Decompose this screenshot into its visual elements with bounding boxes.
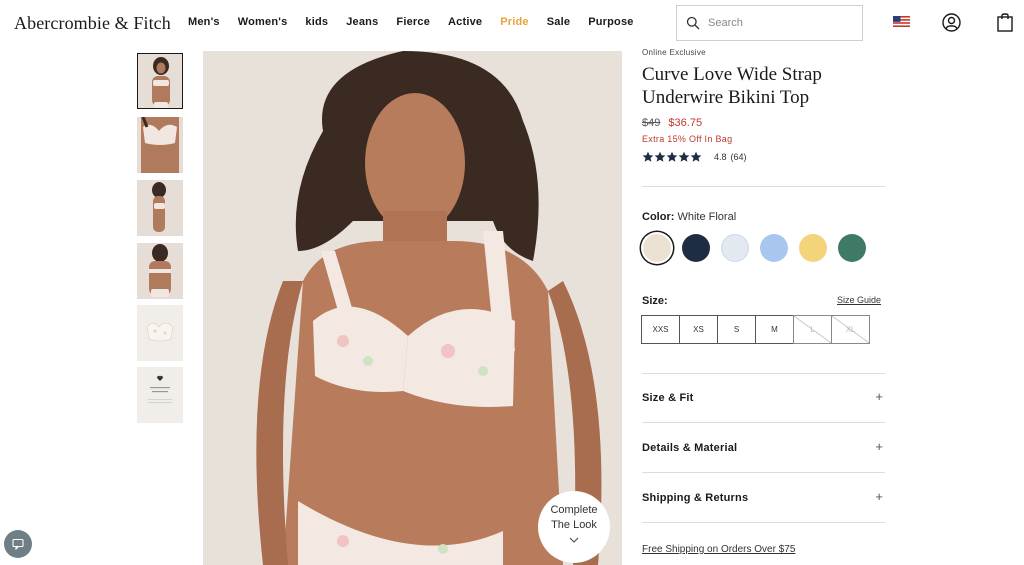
star-icon bbox=[690, 151, 702, 162]
swatch-yellow[interactable] bbox=[797, 232, 829, 264]
size-label-text: XS bbox=[693, 325, 704, 334]
selected-color-name: White Floral bbox=[677, 211, 737, 223]
nav-mens[interactable]: Men's bbox=[188, 16, 220, 28]
size-label: Size: bbox=[642, 295, 668, 307]
chevron-down-icon bbox=[569, 537, 579, 543]
thumbnail-3[interactable] bbox=[137, 180, 183, 236]
swatch-light-blue[interactable] bbox=[758, 232, 790, 264]
thumbnail-image bbox=[138, 54, 182, 108]
accordion-label: Shipping & Returns bbox=[642, 492, 749, 504]
plus-icon: + bbox=[875, 489, 883, 504]
swatch-green[interactable] bbox=[836, 232, 868, 264]
size-l[interactable]: L bbox=[793, 315, 832, 344]
accordion-shipping-returns[interactable]: Shipping & Returns + bbox=[642, 474, 885, 522]
divider bbox=[642, 422, 885, 423]
review-count: (64) bbox=[730, 152, 747, 162]
free-shipping-link[interactable]: Free Shipping on Orders Over $75 bbox=[642, 544, 795, 555]
divider bbox=[642, 186, 885, 187]
size-s[interactable]: S bbox=[717, 315, 756, 344]
star-icon bbox=[642, 151, 654, 162]
account-icon[interactable] bbox=[942, 13, 961, 32]
product-info: Online Exclusive Curve Love Wide Strap U… bbox=[642, 48, 885, 164]
nav-sale[interactable]: Sale bbox=[547, 16, 570, 28]
site-header: Abercrombie & Fitch Men's Women's kids J… bbox=[0, 0, 1024, 46]
us-flag-icon[interactable] bbox=[893, 16, 910, 27]
search-box[interactable] bbox=[676, 5, 863, 41]
thumbnail-5[interactable] bbox=[137, 305, 183, 361]
thumbnail-image bbox=[137, 243, 183, 299]
thumbnail-2[interactable] bbox=[137, 117, 183, 173]
nav-active[interactable]: Active bbox=[448, 16, 482, 28]
thumbnail-image bbox=[137, 367, 183, 423]
promo-text: Extra 15% Off In Bag bbox=[642, 134, 733, 144]
brand-logo[interactable]: Abercrombie & Fitch bbox=[14, 13, 171, 34]
nav-womens[interactable]: Women's bbox=[238, 16, 288, 28]
rating-row[interactable]: 4.8 (64) bbox=[642, 150, 885, 164]
star-icon bbox=[654, 151, 666, 162]
accordion-label: Details & Material bbox=[642, 442, 738, 454]
rating-value: 4.8 bbox=[714, 152, 727, 162]
size-xl[interactable]: XL bbox=[831, 315, 870, 344]
unavailable-slash bbox=[794, 316, 831, 343]
accordion-details-material[interactable]: Details & Material + bbox=[642, 424, 885, 472]
accordion-size-fit[interactable]: Size & Fit + bbox=[642, 374, 885, 422]
swatch-yellow-fill bbox=[799, 234, 827, 262]
chat-button[interactable] bbox=[4, 530, 32, 558]
shopping-bag-icon[interactable] bbox=[997, 12, 1013, 32]
size-guide-link[interactable]: Size Guide bbox=[837, 295, 881, 305]
thumbnail-6[interactable] bbox=[137, 367, 183, 423]
nav-pride[interactable]: Pride bbox=[500, 16, 529, 28]
thumbnail-image bbox=[137, 305, 183, 361]
nav-purpose[interactable]: Purpose bbox=[588, 16, 633, 28]
size-label-text: M bbox=[771, 325, 778, 334]
swatch-white-floral-fill bbox=[643, 234, 671, 262]
nav-fierce[interactable]: Fierce bbox=[396, 16, 430, 28]
search-input[interactable] bbox=[708, 14, 856, 32]
nav-jeans[interactable]: Jeans bbox=[346, 16, 378, 28]
thumbnail-1[interactable] bbox=[137, 53, 183, 109]
swatch-white-floral[interactable] bbox=[641, 232, 673, 264]
swatch-navy[interactable] bbox=[680, 232, 712, 264]
unavailable-slash bbox=[832, 316, 869, 343]
thumbnail-image bbox=[137, 117, 183, 173]
main-nav: Men's Women's kids Jeans Fierce Active P… bbox=[188, 16, 652, 28]
model-photo bbox=[203, 51, 622, 565]
size-xs[interactable]: XS bbox=[679, 315, 718, 344]
size-label-text: S bbox=[733, 325, 740, 334]
nav-kids[interactable]: kids bbox=[305, 16, 328, 28]
complete-the-look-button[interactable]: Complete The Look bbox=[538, 491, 610, 563]
size-m[interactable]: M bbox=[755, 315, 794, 344]
product-main-image[interactable] bbox=[203, 51, 622, 565]
size-xxs[interactable]: XXS bbox=[641, 315, 680, 344]
swatch-light-blue-fill bbox=[760, 234, 788, 262]
thumbnail-4[interactable] bbox=[137, 243, 183, 299]
star-icon bbox=[666, 151, 678, 162]
swatch-blue-floral-fill bbox=[721, 234, 749, 262]
price-row: $49 $36.75 bbox=[642, 117, 885, 129]
chat-icon bbox=[12, 538, 24, 550]
star-icon bbox=[678, 151, 690, 162]
original-price: $49 bbox=[642, 117, 661, 129]
complete-look-line2: The Look bbox=[551, 519, 597, 531]
plus-icon: + bbox=[875, 389, 883, 404]
swatch-green-fill bbox=[838, 234, 866, 262]
online-exclusive-badge: Online Exclusive bbox=[642, 48, 706, 57]
size-options: XXS XS S M L XL bbox=[641, 315, 870, 344]
swatch-blue-floral[interactable] bbox=[719, 232, 751, 264]
complete-look-line1: Complete bbox=[550, 504, 598, 516]
accordion-label: Size & Fit bbox=[642, 392, 694, 404]
product-title: Curve Love Wide Strap Underwire Bikini T… bbox=[642, 64, 822, 108]
thumbnail-image bbox=[137, 180, 183, 236]
divider bbox=[642, 522, 885, 523]
plus-icon: + bbox=[875, 439, 883, 454]
divider bbox=[642, 472, 885, 473]
size-label-text: XXS bbox=[652, 325, 669, 334]
color-label-prefix: Color: bbox=[642, 211, 675, 223]
color-label: Color: White Floral bbox=[642, 211, 736, 223]
search-icon bbox=[686, 16, 700, 30]
swatch-navy-fill bbox=[682, 234, 710, 262]
sale-price: $36.75 bbox=[668, 117, 703, 129]
star-rating bbox=[642, 151, 702, 163]
